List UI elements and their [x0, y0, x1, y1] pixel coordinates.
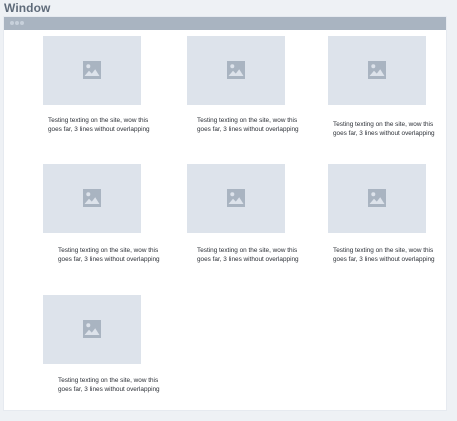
image-placeholder [43, 295, 141, 364]
image-icon [227, 189, 245, 207]
card-caption: Testing texting on the site, wow this go… [58, 247, 160, 264]
card-caption: Testing texting on the site, wow this go… [333, 247, 435, 264]
page: Window Testing texting on the site, wow … [0, 0, 457, 421]
card-caption: Testing texting on the site, wow this go… [58, 377, 160, 394]
image-placeholder [43, 164, 141, 233]
image-icon [227, 61, 245, 79]
window-control-close[interactable] [10, 21, 14, 25]
window-control-minimize[interactable] [15, 21, 19, 25]
image-placeholder [43, 36, 141, 105]
image-placeholder [187, 164, 285, 233]
card-caption: Testing texting on the site, wow this go… [333, 121, 435, 138]
image-placeholder [328, 36, 426, 105]
image-icon [83, 320, 101, 338]
image-icon [83, 61, 101, 79]
image-placeholder [328, 164, 426, 233]
image-icon [83, 189, 101, 207]
window-title: Window [4, 1, 51, 15]
window-titlebar[interactable] [4, 17, 446, 30]
gallery-grid: Testing texting on the site, wow this go… [4, 30, 446, 410]
card-caption: Testing texting on the site, wow this go… [197, 117, 299, 134]
image-icon [368, 189, 386, 207]
image-placeholder [187, 36, 285, 105]
card-caption: Testing texting on the site, wow this go… [48, 117, 150, 134]
window: Testing texting on the site, wow this go… [4, 17, 446, 410]
card-caption: Testing texting on the site, wow this go… [197, 247, 299, 264]
window-controls [10, 21, 24, 25]
window-control-maximize[interactable] [20, 21, 24, 25]
image-icon [368, 61, 386, 79]
